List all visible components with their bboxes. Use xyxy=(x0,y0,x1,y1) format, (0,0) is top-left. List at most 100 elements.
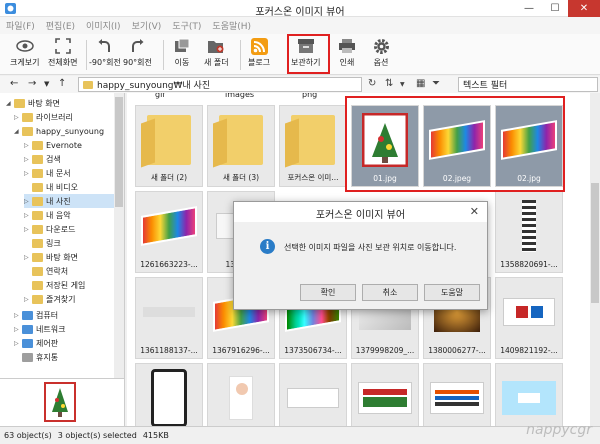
ok-button[interactable]: 확인 xyxy=(300,284,356,301)
sort-dropdown-icon[interactable]: ▼ xyxy=(400,81,405,88)
folder-icon xyxy=(32,182,43,192)
grid-scrollbar[interactable] xyxy=(590,93,600,426)
computer-icon xyxy=(22,310,33,320)
tree-item-links[interactable]: 링크 xyxy=(24,236,61,250)
network-icon xyxy=(22,324,33,334)
image-item[interactable] xyxy=(135,363,203,426)
image-item[interactable]: 1358820691-... xyxy=(495,191,563,273)
rotate-left-button[interactable]: -90°회전 xyxy=(89,37,121,73)
image-thumbnail xyxy=(229,376,253,420)
rotate-left-icon xyxy=(95,37,115,55)
tree-item-desktop-sub[interactable]: ▷ 바탕 화면 xyxy=(24,250,78,264)
menu-edit[interactable]: 편집(E) xyxy=(46,19,75,32)
view-mode-icon[interactable]: ▦ xyxy=(416,78,425,89)
image-thumbnail xyxy=(151,369,187,426)
tree-item-desktop[interactable]: ◢ 바탕 화면 xyxy=(6,96,60,110)
path-field[interactable]: happy_sunyoung₩내 사진 xyxy=(78,77,362,92)
folder-icon xyxy=(83,80,93,89)
image-item[interactable] xyxy=(495,363,563,426)
print-label: 인쇄 xyxy=(339,58,355,67)
preview-pane xyxy=(0,378,125,426)
menu-help[interactable]: 도움말(H) xyxy=(212,19,251,32)
partial-label: gif xyxy=(155,93,166,99)
image-item[interactable] xyxy=(279,363,347,426)
print-button[interactable]: 인쇄 xyxy=(337,37,357,73)
tree-item-computer[interactable]: ▷ 컴퓨터 xyxy=(14,308,58,322)
status-bar: 63 object(s) 3 object(s) selected 415KB xyxy=(0,426,600,444)
tree-item-user[interactable]: ◢ happy_sunyoung xyxy=(14,124,104,138)
back-arrow-icon[interactable]: ← xyxy=(10,78,18,89)
image-thumbnail xyxy=(503,298,555,326)
menu-image[interactable]: 이미지(I) xyxy=(86,19,121,32)
options-button[interactable]: 옵션 xyxy=(371,37,391,73)
forward-arrow-icon[interactable]: → xyxy=(28,78,36,89)
sort-icon[interactable]: ⇅ xyxy=(385,78,393,89)
blog-button[interactable]: 블로그 xyxy=(248,37,270,73)
tree-item-saved-games[interactable]: 저장된 게임 xyxy=(24,278,85,292)
text-filter-input[interactable]: 텍스트 필터 xyxy=(458,77,598,92)
tree-item-network[interactable]: ▷ 네트워크 xyxy=(14,322,65,336)
fullview-button[interactable]: 크게보기 xyxy=(10,37,39,73)
menu-tools[interactable]: 도구(T) xyxy=(172,19,201,32)
tree-item-search[interactable]: ▷ 검색 xyxy=(24,152,61,166)
options-label: 옵션 xyxy=(373,58,389,67)
folder-icon xyxy=(32,168,43,178)
image-item[interactable] xyxy=(423,363,491,426)
refresh-icon[interactable]: ↻ xyxy=(368,78,376,89)
folder-icon xyxy=(291,115,335,165)
close-button[interactable]: ✕ xyxy=(568,0,600,17)
image-thumbnail xyxy=(358,382,412,414)
folder-item[interactable]: 포커스온 이미... xyxy=(279,105,347,187)
image-item[interactable]: 1409821192-... xyxy=(495,277,563,359)
partial-label: png xyxy=(302,93,318,99)
cancel-button[interactable]: 취소 xyxy=(362,284,418,301)
tree-item-contacts[interactable]: 연락처 xyxy=(24,264,68,278)
menu-view[interactable]: 보기(V) xyxy=(132,19,162,32)
tree-item-music[interactable]: ▷ 내 음악 xyxy=(24,208,71,222)
maximize-button[interactable]: ☐ xyxy=(542,0,568,17)
image-item[interactable] xyxy=(351,363,419,426)
folder-icon xyxy=(32,140,43,150)
tree-scrollbar[interactable] xyxy=(114,93,124,378)
toolbar-divider xyxy=(163,40,164,70)
fullscreen-button[interactable]: 전체화면 xyxy=(48,37,77,73)
tree-item-control-panel[interactable]: ▷ 제어판 xyxy=(14,336,58,350)
image-item[interactable]: 1261663223-... xyxy=(135,191,203,273)
tree-scrollbar-thumb[interactable] xyxy=(115,97,123,207)
folder-icon xyxy=(147,115,191,165)
tree-item-favorites[interactable]: ▷ 즐겨찾기 xyxy=(24,292,75,306)
tree-item-evernote[interactable]: ▷ Evernote xyxy=(24,138,82,152)
dialog-close-icon[interactable]: ✕ xyxy=(470,205,479,218)
rotate-right-button[interactable]: 90°회전 xyxy=(123,37,152,73)
fullview-label: 크게보기 xyxy=(10,58,40,67)
toolbar-divider xyxy=(86,40,87,70)
up-arrow-icon[interactable]: ↑ xyxy=(58,78,66,89)
new-folder-button[interactable]: 새 폴더 xyxy=(204,37,229,73)
image-item[interactable]: 1361188137-... xyxy=(135,277,203,359)
tree-item-downloads[interactable]: ▷ 다운로드 xyxy=(24,222,75,236)
folder-item[interactable]: 새 폴더 (3) xyxy=(207,105,275,187)
image-thumbnail xyxy=(287,388,339,408)
tree-item-documents[interactable]: ▷ 내 문서 xyxy=(24,166,71,180)
menu-file[interactable]: 파일(F) xyxy=(6,19,35,32)
tree-item-recycle-bin[interactable]: 휴지통 xyxy=(14,350,58,364)
selected-size: 415KB xyxy=(142,431,169,440)
expand-icon xyxy=(53,37,73,55)
path-text: happy_sunyoung₩내 사진 xyxy=(97,81,211,91)
confirm-dialog: 포커스온 이미지 뷰어 ✕ i 선택한 이미지 파일을 사진 보관 위치로 이동… xyxy=(233,201,488,310)
fullscreen-label: 전체화면 xyxy=(48,58,78,67)
tree-item-pictures[interactable]: ▷ 내 사진 xyxy=(24,194,114,208)
tree-item-videos[interactable]: 내 비디오 xyxy=(24,180,78,194)
filter-icon[interactable]: ⏷ xyxy=(432,78,440,89)
watermark-logo: nappycgr xyxy=(526,422,592,438)
minimize-button[interactable]: — xyxy=(516,0,542,17)
help-button[interactable]: 도움말 xyxy=(424,284,480,301)
folder-item[interactable]: 새 폴더 (2) xyxy=(135,105,203,187)
move-button[interactable]: 이동 xyxy=(172,37,192,73)
printer-icon xyxy=(337,37,357,55)
history-dropdown-icon[interactable]: ▼ xyxy=(44,80,49,88)
image-thumbnail xyxy=(502,381,556,415)
image-item[interactable] xyxy=(207,363,275,426)
tree-item-libraries[interactable]: ▷ 라이브러리 xyxy=(14,110,73,124)
grid-scrollbar-thumb[interactable] xyxy=(591,183,599,303)
